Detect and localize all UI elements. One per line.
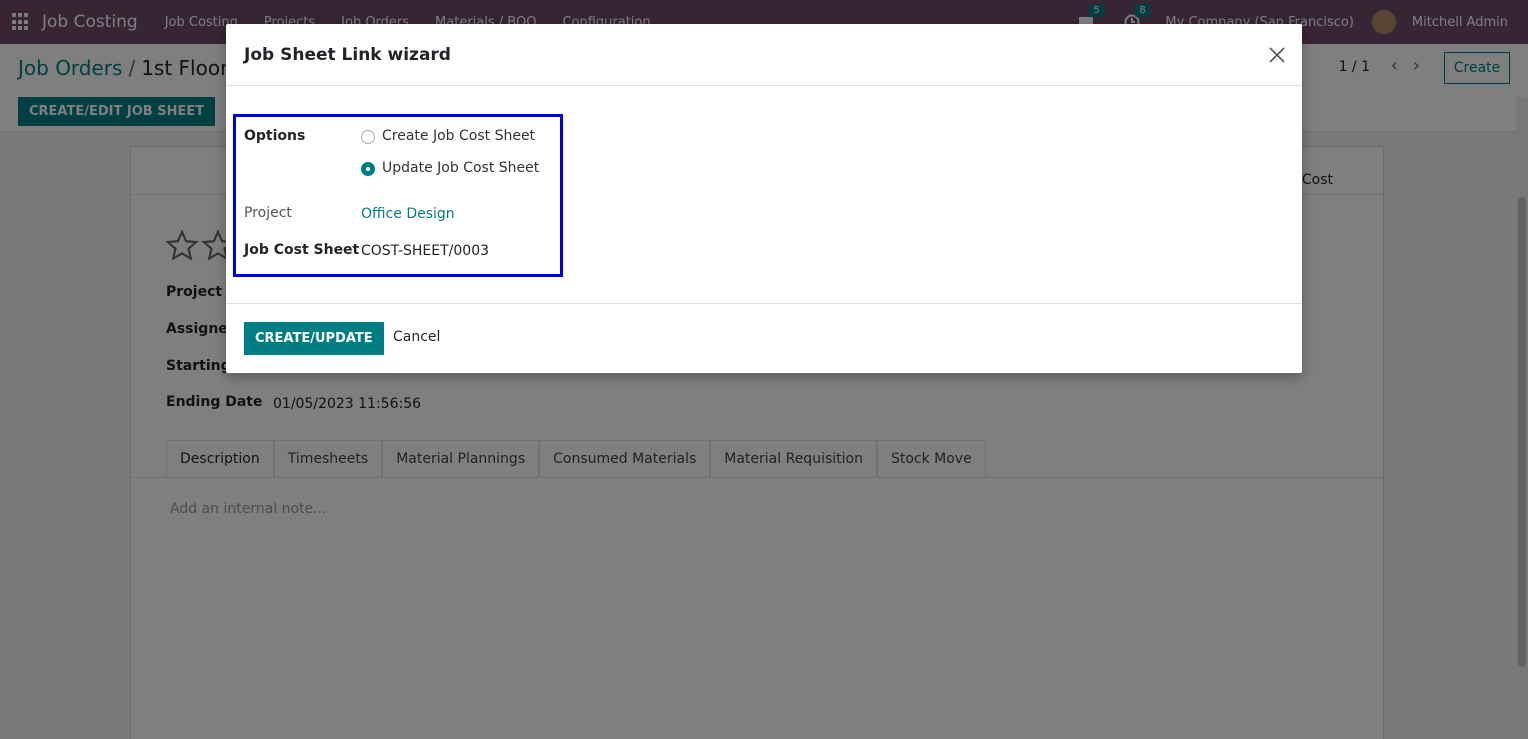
radio-update-job-cost-sheet[interactable] <box>361 162 375 176</box>
job-cost-sheet-value[interactable]: COST-SHEET/0003 <box>361 243 489 259</box>
job-sheet-link-wizard-dialog: Job Sheet Link wizard Options Create Job… <box>226 24 1302 373</box>
project-value-link[interactable]: Office Design <box>361 206 455 222</box>
radio-create-job-cost-sheet[interactable] <box>361 130 375 144</box>
modal-header: Job Sheet Link wizard <box>226 24 1302 86</box>
modal-footer: CREATE/UPDATE Cancel <box>226 303 1302 373</box>
create-update-button[interactable]: CREATE/UPDATE <box>244 322 384 355</box>
project-label: Project <box>244 205 292 221</box>
close-icon[interactable] <box>1268 46 1286 64</box>
radio-create-label[interactable]: Create Job Cost Sheet <box>382 128 535 144</box>
radio-update-label[interactable]: Update Job Cost Sheet <box>382 160 539 176</box>
modal-title: Job Sheet Link wizard <box>244 45 451 65</box>
job-cost-sheet-label: Job Cost Sheet <box>244 242 360 258</box>
cancel-button[interactable]: Cancel <box>393 329 440 345</box>
options-label: Options <box>244 128 306 144</box>
